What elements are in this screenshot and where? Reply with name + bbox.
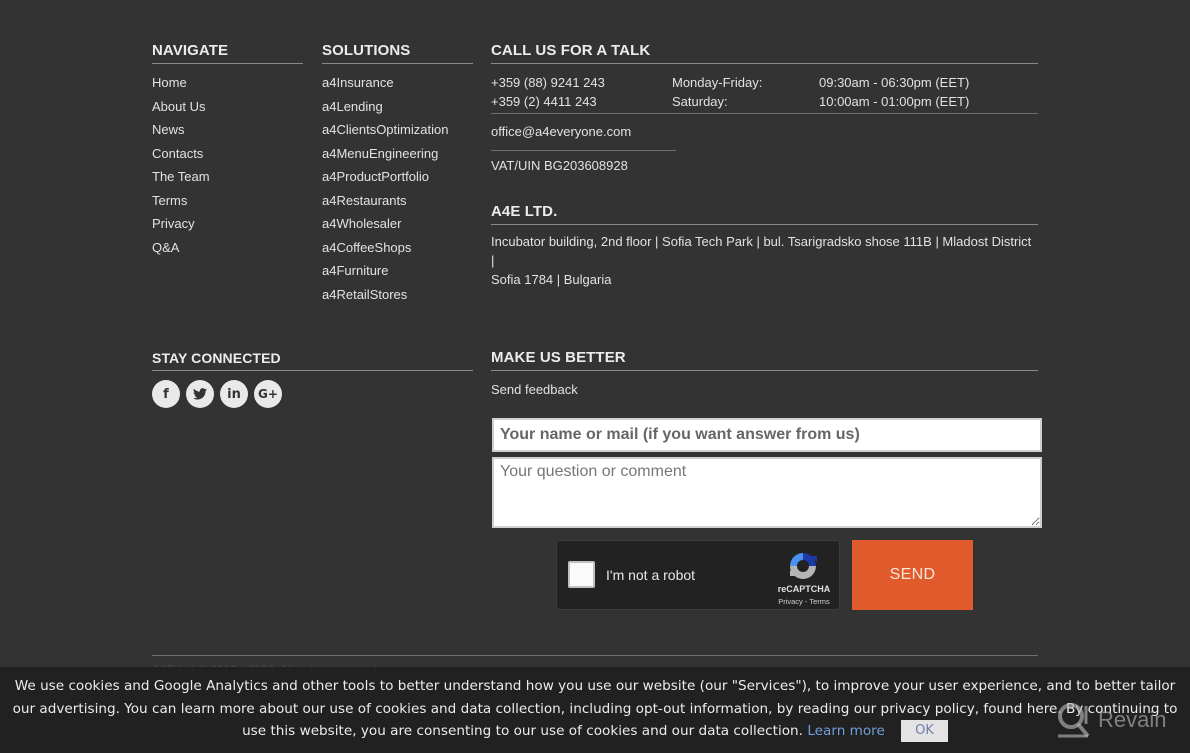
site-footer: NAVIGATE Home About Us News Contacts The… — [0, 0, 1190, 753]
feedback-heading: MAKE US BETTER — [491, 349, 1038, 371]
nav-link-news[interactable]: News — [152, 122, 185, 137]
contact-hours: +359 (88) 9241 243 +359 (2) 4411 243 Mon… — [491, 73, 1038, 113]
hours-time-value: 09:30am - 06:30pm (EET) — [819, 75, 970, 90]
hours-time-value: 10:00am - 01:00pm (EET) — [819, 94, 970, 109]
cookie-text: We use cookies and Google Analytics and … — [12, 678, 1178, 739]
facebook-icon[interactable]: f — [152, 380, 180, 408]
solutions-column: SOLUTIONS a4Insurance a4Lending a4Client… — [322, 42, 473, 309]
feedback-column: MAKE US BETTER Send feedback — [491, 349, 1042, 528]
company-address: Incubator building, 2nd floor | Sofia Te… — [491, 232, 1038, 289]
solutions-heading: SOLUTIONS — [322, 42, 473, 64]
send-button[interactable]: SEND — [852, 540, 973, 610]
solution-link-menu-engineering[interactable]: a4MenuEngineering — [322, 146, 438, 161]
hours-days-label: Monday-Friday: — [672, 75, 763, 90]
nav-link-privacy[interactable]: Privacy — [152, 216, 195, 231]
recaptcha-widget: I'm not a robot reCAPTCHA Privacy - Term… — [556, 540, 840, 610]
recaptcha-checkbox[interactable] — [568, 561, 595, 588]
feedback-subtitle: Send feedback — [491, 382, 578, 397]
social-column: STAY CONNECTED f in G+ — [152, 350, 473, 408]
solution-link-wholesaler[interactable]: a4Wholesaler — [322, 216, 402, 231]
divider — [491, 113, 1038, 114]
navigate-list: Home About Us News Contacts The Team Ter… — [152, 74, 303, 262]
recaptcha-logo-icon — [790, 553, 817, 579]
linkedin-icon[interactable]: in — [220, 380, 248, 408]
nav-link-about-us[interactable]: About Us — [152, 99, 205, 114]
solution-link-clients-optimization[interactable]: a4ClientsOptimization — [322, 122, 448, 137]
google-plus-icon[interactable]: G+ — [254, 380, 282, 408]
company-column: A4E LTD. Incubator building, 2nd floor |… — [491, 203, 1038, 289]
solution-link-product-portfolio[interactable]: a4ProductPortfolio — [322, 169, 429, 184]
nav-link-qa[interactable]: Q&A — [152, 240, 179, 255]
cookie-ok-button[interactable]: OK — [901, 720, 948, 742]
recaptcha-privacy-terms-link[interactable]: Privacy - Terms — [769, 597, 839, 606]
navigate-column: NAVIGATE Home About Us News Contacts The… — [152, 42, 303, 262]
recaptcha-label: I'm not a robot — [606, 567, 696, 583]
solution-link-lending[interactable]: a4Lending — [322, 99, 383, 114]
phone-number[interactable]: +359 (2) 4411 243 — [491, 92, 605, 111]
solution-link-insurance[interactable]: a4Insurance — [322, 75, 394, 90]
address-line: Sofia 1784 | Bulgaria — [491, 272, 612, 287]
email-link[interactable]: office@a4everyone.com — [491, 124, 1038, 142]
call-us-column: CALL US FOR A TALK +359 (88) 9241 243 +3… — [491, 42, 1038, 173]
solution-link-coffee-shops[interactable]: a4CoffeeShops — [322, 240, 411, 255]
footer-divider — [152, 655, 1038, 656]
solution-link-furniture[interactable]: a4Furniture — [322, 263, 388, 278]
nav-link-contacts[interactable]: Contacts — [152, 146, 203, 161]
learn-more-link[interactable]: Learn more — [807, 723, 885, 739]
hours-days-label: Saturday: — [672, 94, 728, 109]
twitter-icon[interactable] — [186, 380, 214, 408]
cookie-banner: We use cookies and Google Analytics and … — [0, 667, 1190, 753]
divider — [491, 150, 676, 151]
company-heading: A4E LTD. — [491, 203, 1038, 225]
nav-link-the-team[interactable]: The Team — [152, 169, 210, 184]
social-heading: STAY CONNECTED — [152, 350, 473, 371]
solutions-list: a4Insurance a4Lending a4ClientsOptimizat… — [322, 74, 473, 309]
solution-link-retail-stores[interactable]: a4RetailStores — [322, 287, 407, 302]
navigate-heading: NAVIGATE — [152, 42, 303, 64]
comment-textarea[interactable] — [492, 457, 1042, 528]
call-us-heading: CALL US FOR A TALK — [491, 42, 1038, 64]
name-or-mail-input[interactable] — [492, 418, 1042, 452]
solution-link-restaurants[interactable]: a4Restaurants — [322, 193, 407, 208]
social-links: f in G+ — [152, 380, 473, 408]
address-line: Incubator building, 2nd floor | Sofia Te… — [491, 234, 1032, 268]
vat-number: VAT/UIN BG203608928 — [491, 158, 628, 173]
phone-number[interactable]: +359 (88) 9241 243 — [491, 73, 605, 92]
nav-link-home[interactable]: Home — [152, 75, 187, 90]
recaptcha-brand: reCAPTCHA — [777, 584, 831, 594]
nav-link-terms[interactable]: Terms — [152, 193, 187, 208]
